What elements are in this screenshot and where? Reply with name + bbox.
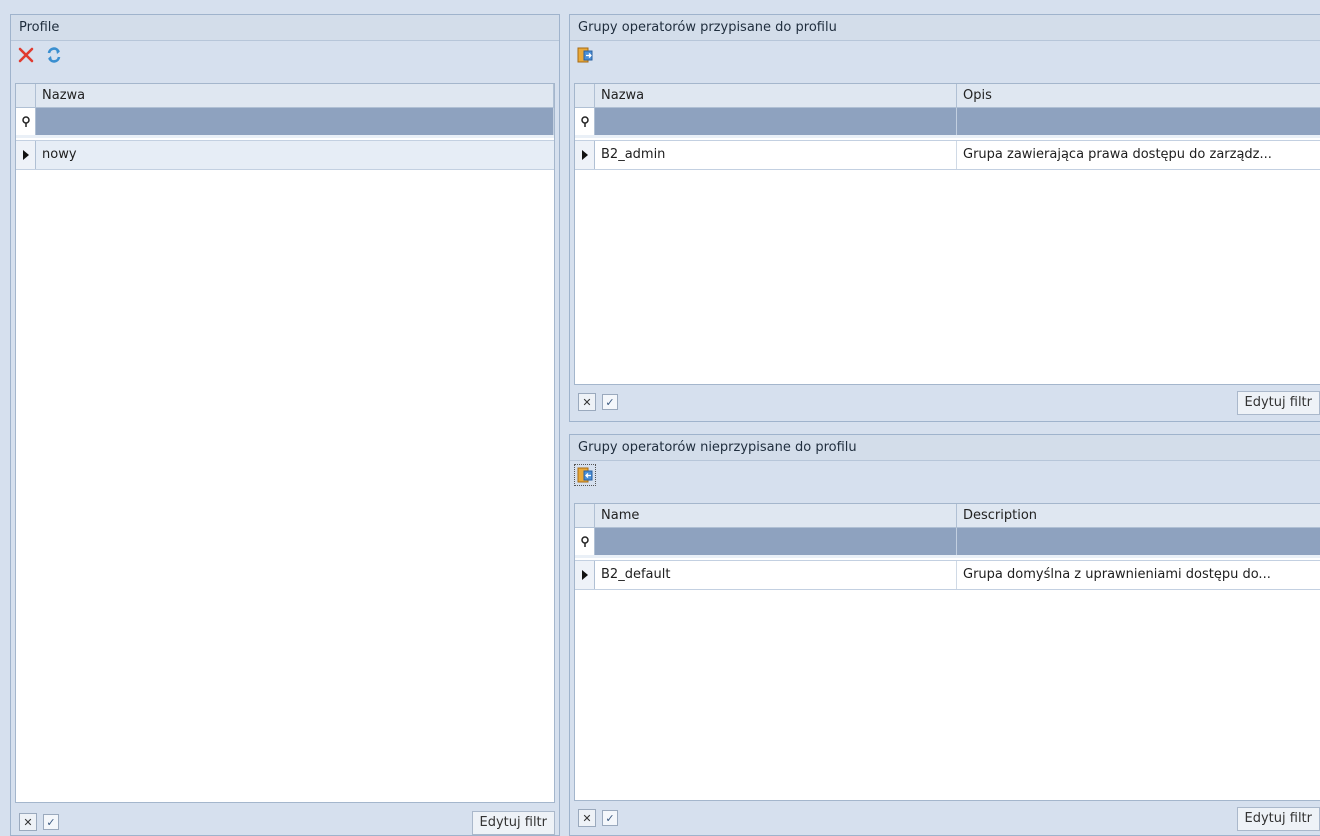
table-row[interactable]: nowy bbox=[16, 140, 554, 170]
row-indicator-header bbox=[575, 84, 595, 108]
filter-cell-nazwa[interactable] bbox=[595, 108, 957, 135]
filter-enabled-checkbox[interactable]: ✓ bbox=[602, 810, 618, 826]
unassigned-filter-row bbox=[575, 528, 1320, 558]
filter-pin-icon bbox=[575, 108, 595, 135]
column-header-nazwa[interactable]: Nazwa bbox=[36, 84, 554, 108]
cell-name[interactable]: B2_admin bbox=[595, 141, 957, 169]
clear-filter-icon[interactable]: ✕ bbox=[578, 393, 596, 411]
assigned-grid: Nazwa Opis B2_admin Grupa zawierająca pr… bbox=[574, 83, 1320, 385]
assigned-toolbar bbox=[570, 41, 1320, 69]
row-pointer-icon bbox=[16, 141, 36, 169]
cell-description[interactable]: Grupa domyślna z uprawnieniami dostępu d… bbox=[957, 561, 1320, 589]
clear-filter-icon[interactable]: ✕ bbox=[578, 809, 596, 827]
edit-filter-button[interactable]: Edytuj filtr bbox=[1236, 807, 1320, 831]
column-header-nazwa[interactable]: Nazwa bbox=[595, 84, 957, 108]
row-pointer-icon bbox=[575, 141, 595, 169]
table-row[interactable]: B2_default Grupa domyślna z uprawnieniam… bbox=[575, 560, 1320, 590]
edit-filter-button[interactable]: Edytuj filtr bbox=[1236, 391, 1320, 415]
delete-x-icon bbox=[18, 47, 34, 63]
assigned-groups-title: Grupy operatorów przypisane do profilu bbox=[570, 15, 1320, 41]
cell-name[interactable]: nowy bbox=[36, 141, 554, 169]
delete-button[interactable] bbox=[15, 44, 37, 66]
refresh-icon bbox=[47, 47, 61, 63]
add-group-button[interactable] bbox=[574, 464, 596, 486]
filter-enabled-checkbox[interactable]: ✓ bbox=[43, 814, 59, 830]
filter-cell-name[interactable] bbox=[595, 528, 957, 555]
profile-panel-title: Profile bbox=[11, 15, 559, 41]
column-header-opis[interactable]: Opis bbox=[957, 84, 1320, 108]
profile-panel: Profile Nazwa nowy ✕ ✓ Edytuj filtr bbox=[10, 14, 560, 836]
filter-pin-icon bbox=[16, 108, 36, 135]
refresh-button[interactable] bbox=[43, 44, 65, 66]
assigned-grid-header: Nazwa Opis bbox=[575, 84, 1320, 108]
row-pointer-icon bbox=[575, 561, 595, 589]
unassigned-toolbar bbox=[570, 461, 1320, 489]
unassigned-grid-header: Name Description bbox=[575, 504, 1320, 528]
filter-cell-opis[interactable] bbox=[957, 108, 1320, 135]
door-enter-icon bbox=[577, 467, 593, 483]
profile-footer: ✕ ✓ Edytuj filtr bbox=[15, 807, 555, 836]
cell-description[interactable]: Grupa zawierająca prawa dostępu do zarzą… bbox=[957, 141, 1320, 169]
remove-group-button[interactable] bbox=[574, 44, 596, 66]
profile-grid-header: Nazwa bbox=[16, 84, 554, 108]
profile-toolbar bbox=[11, 41, 559, 69]
filter-cell-nazwa[interactable] bbox=[36, 108, 554, 135]
unassigned-footer: ✕ ✓ Edytuj filtr bbox=[574, 803, 1320, 833]
unassigned-groups-panel: Grupy operatorów nieprzypisane do profil… bbox=[569, 434, 1320, 836]
filter-enabled-checkbox[interactable]: ✓ bbox=[602, 394, 618, 410]
edit-filter-button[interactable]: Edytuj filtr bbox=[471, 811, 555, 835]
filter-cell-description[interactable] bbox=[957, 528, 1320, 555]
profile-filter-row bbox=[16, 108, 554, 138]
column-header-name[interactable]: Name bbox=[595, 504, 957, 528]
assigned-groups-panel: Grupy operatorów przypisane do profilu N… bbox=[569, 14, 1320, 422]
table-row[interactable]: B2_admin Grupa zawierająca prawa dostępu… bbox=[575, 140, 1320, 170]
assigned-footer: ✕ ✓ Edytuj filtr bbox=[574, 387, 1320, 417]
filter-pin-icon bbox=[575, 528, 595, 555]
door-exit-icon bbox=[577, 47, 593, 63]
clear-filter-icon[interactable]: ✕ bbox=[19, 813, 37, 831]
unassigned-grid: Name Description B2_default Grupa domyśl… bbox=[574, 503, 1320, 801]
row-indicator-header bbox=[16, 84, 36, 108]
unassigned-groups-title: Grupy operatorów nieprzypisane do profil… bbox=[570, 435, 1320, 461]
row-indicator-header bbox=[575, 504, 595, 528]
column-header-description[interactable]: Description bbox=[957, 504, 1320, 528]
assigned-filter-row bbox=[575, 108, 1320, 138]
cell-name[interactable]: B2_default bbox=[595, 561, 957, 589]
profile-grid: Nazwa nowy bbox=[15, 83, 555, 803]
